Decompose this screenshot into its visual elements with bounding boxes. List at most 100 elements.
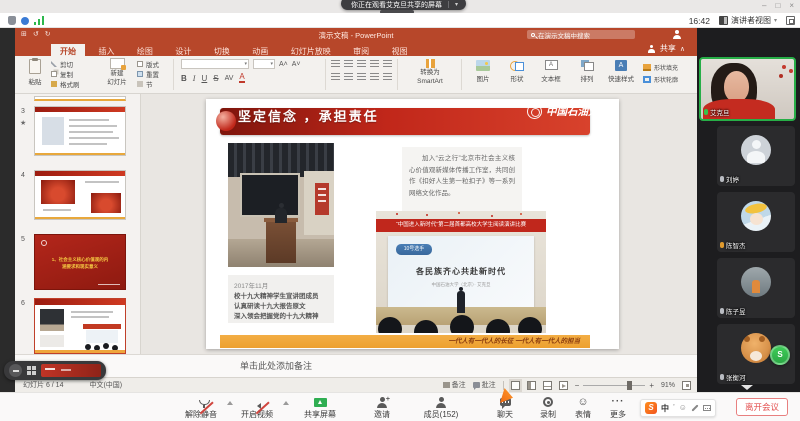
reset-button[interactable]: 重置 xyxy=(137,69,159,79)
slide-caption-box[interactable]: 2017年11月 校十九大精神学生宣讲团成员 认真研读十九大报告原文 深入领会把… xyxy=(228,275,334,323)
fullscreen-icon[interactable] xyxy=(786,16,795,25)
normal-view-button[interactable] xyxy=(511,381,520,390)
scroll-more-participants-icon[interactable] xyxy=(741,385,753,390)
language-indicator[interactable]: 中文(中国) xyxy=(89,380,122,390)
notes-toggle-button[interactable]: 备注 xyxy=(443,380,466,390)
record-button[interactable]: 录制 xyxy=(533,396,563,420)
format-painter-button[interactable]: 格式刷 xyxy=(51,79,80,89)
paste-button[interactable]: 粘贴 xyxy=(23,59,47,86)
thumbnail-slide-4[interactable] xyxy=(34,170,126,220)
comments-toggle-button[interactable]: 批注 xyxy=(473,380,496,390)
thumbnail-slide-6-selected[interactable] xyxy=(34,298,126,354)
ime-pen-icon[interactable] xyxy=(691,404,698,411)
columns-icon[interactable] xyxy=(383,73,392,81)
unmute-button[interactable]: 解除静音 xyxy=(178,396,224,420)
align-left-icon[interactable] xyxy=(331,73,340,81)
account-icon[interactable] xyxy=(672,30,681,39)
participant-tile[interactable]: 陈子昱 xyxy=(717,258,795,318)
font-color-button[interactable]: A xyxy=(239,73,244,83)
participant-video-tile[interactable]: 艾克旦 xyxy=(699,57,796,121)
thumbnail-slide-3[interactable] xyxy=(34,106,126,156)
layout-grid-icon[interactable] xyxy=(27,366,36,375)
ime-keyboard-icon[interactable] xyxy=(703,405,711,411)
strikethrough-button[interactable]: S xyxy=(213,74,218,83)
ime-emoji-icon[interactable]: ☺ xyxy=(679,404,687,412)
slide-edit-area[interactable]: 坚定信念 ，承担责任 中国石油大学 加入“云之行”北京市社会主义核心价值观新媒体… xyxy=(141,94,697,354)
security-icon[interactable] xyxy=(8,16,16,25)
restore-button[interactable]: □ xyxy=(775,1,780,11)
meeting-float-preview[interactable] xyxy=(4,361,106,380)
ppt-share-button[interactable]: 共享 ∧ xyxy=(648,41,685,56)
collapse-ribbon-icon[interactable]: ∧ xyxy=(680,45,685,53)
indent-decrease-icon[interactable] xyxy=(357,60,366,68)
leave-meeting-button[interactable]: 离开会议 xyxy=(736,398,788,416)
insert-textbox-button[interactable]: A 文本框 xyxy=(535,59,567,83)
thumbnail-slide-5[interactable]: 1、社会主义核心价值观的内 涵要求和现实意义 xyxy=(34,234,126,290)
sogou-input-icon[interactable]: S xyxy=(645,402,657,414)
undo-icon[interactable]: ↺ xyxy=(33,29,39,40)
ime-mode-chinese[interactable]: 中 xyxy=(661,403,669,414)
justify-icon[interactable] xyxy=(370,73,379,81)
section-button[interactable]: 节 xyxy=(137,79,159,89)
info-icon[interactable] xyxy=(21,17,29,25)
copy-button[interactable]: 复制 xyxy=(51,69,80,79)
line-spacing-icon[interactable] xyxy=(383,60,392,68)
shape-fill-button[interactable]: 形状填充 xyxy=(643,61,695,73)
fit-slide-button[interactable] xyxy=(682,381,691,390)
emoji-button[interactable]: ☺ 表情 xyxy=(568,396,598,420)
insert-shapes-button[interactable]: 形状 xyxy=(501,59,533,83)
indent-increase-icon[interactable] xyxy=(370,60,379,68)
font-name-select[interactable] xyxy=(181,59,249,69)
new-slide-button[interactable]: 新建 幻灯片 xyxy=(101,58,133,88)
slide-body-textbox[interactable]: 加入“云之行”北京市社会主义核心价值观新媒体传播工作室，共同创作《扣好人生第一粒… xyxy=(402,147,522,213)
slide-bottom-quote[interactable]: 一代人有一代人的长征 一代人有一代人的担当 xyxy=(220,335,590,348)
classroom-photo[interactable] xyxy=(228,143,334,267)
layout-button[interactable]: 版式 xyxy=(137,59,159,69)
share-screen-button[interactable]: 共享屏幕 xyxy=(297,396,343,420)
reading-view-button[interactable] xyxy=(543,381,552,390)
shape-outline-button[interactable]: 形状轮廓 xyxy=(643,73,695,85)
shared-screen-mini-thumbnail[interactable] xyxy=(41,364,101,377)
zoom-in-button[interactable]: + xyxy=(649,381,654,390)
zoom-percentage[interactable]: 91% xyxy=(661,382,675,389)
slideshow-view-button[interactable] xyxy=(559,381,568,390)
character-spacing-button[interactable]: AV xyxy=(225,75,234,82)
collapse-icon[interactable] xyxy=(9,364,22,377)
shrink-font-button[interactable]: A˅ xyxy=(292,61,301,68)
align-right-icon[interactable] xyxy=(357,73,366,81)
ime-punctuation-icon[interactable]: ’ xyxy=(673,404,675,412)
invite-button[interactable]: + 邀请 xyxy=(367,396,397,420)
more-button[interactable]: ··· 更多 xyxy=(603,396,633,420)
font-size-select[interactable] xyxy=(253,59,275,69)
cut-button[interactable]: 剪切 xyxy=(51,59,80,69)
redo-icon[interactable]: ↻ xyxy=(45,29,51,40)
zoom-out-button[interactable]: − xyxy=(575,381,580,390)
zoom-slider-thumb[interactable] xyxy=(627,381,632,390)
contest-photo[interactable]: “中国进入新时代”第二届首都高校大学生阅读演讲比赛 10号选手 各民族齐心共赴新… xyxy=(376,211,546,333)
participant-tile[interactable]: 刘婷 xyxy=(717,126,795,186)
bold-button[interactable]: B xyxy=(181,74,187,83)
numbering-icon[interactable] xyxy=(344,60,353,68)
participant-tile[interactable]: 陈智杰 xyxy=(717,192,795,252)
zoom-slider[interactable] xyxy=(583,385,645,386)
chevron-down-icon[interactable]: ▾ xyxy=(455,1,458,8)
align-center-icon[interactable] xyxy=(344,73,353,81)
slide-canvas[interactable]: 坚定信念 ，承担责任 中国石油大学 加入“云之行”北京市社会主义核心价值观新媒体… xyxy=(206,99,619,349)
video-options-chevron[interactable] xyxy=(283,401,289,405)
view-mode-switch[interactable]: 演讲者视图 ▾ xyxy=(719,15,777,26)
save-icon[interactable]: ⊞ xyxy=(21,29,27,40)
thumbnail-slide-2-partial[interactable] xyxy=(34,96,126,101)
start-video-button[interactable]: 开启视频 xyxy=(234,396,280,420)
ime-toolbar[interactable]: S 中 ’ ☺ xyxy=(640,399,716,417)
bullets-icon[interactable] xyxy=(331,60,340,68)
audio-options-chevron[interactable] xyxy=(227,401,233,405)
insert-picture-button[interactable]: 图片 xyxy=(467,59,499,83)
arrange-button[interactable]: 排列 xyxy=(571,59,603,83)
convert-smartart-button[interactable]: 转换为 SmartArt xyxy=(403,59,457,87)
notes-pane[interactable]: 单击此处添加备注 xyxy=(15,354,697,377)
tell-me-search[interactable]: 在演示文稿中搜索 xyxy=(527,30,635,39)
slide-title[interactable]: 坚定信念 ，承担责任 xyxy=(238,106,379,125)
slide-sorter-view-button[interactable] xyxy=(527,381,536,390)
grow-font-button[interactable]: A˄ xyxy=(279,61,288,68)
slide-thumbnail-panel[interactable]: 3 ★ 4 xyxy=(15,94,141,354)
